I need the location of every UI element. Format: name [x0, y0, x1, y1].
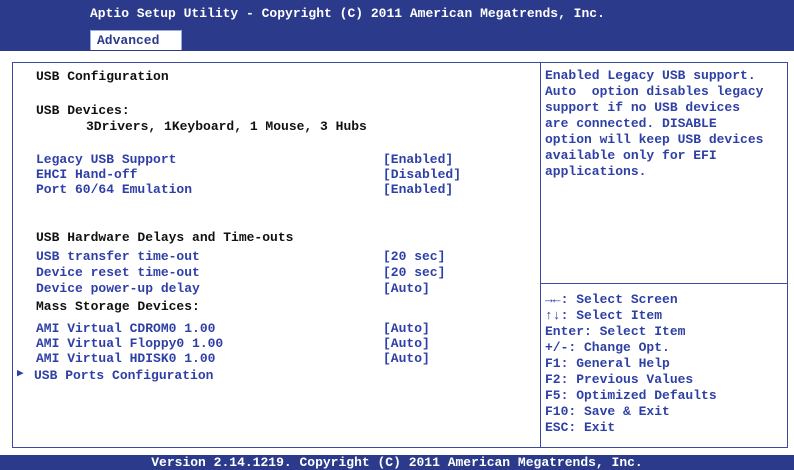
port-emulation-value[interactable]: [Enabled]: [383, 182, 453, 197]
tab-advanced[interactable]: Advanced: [90, 30, 182, 50]
submenu-arrow-icon: ▶: [17, 368, 24, 380]
footer-version: Version 2.14.1219. Copyright (C) 2011 Am…: [0, 455, 794, 470]
port-emulation-label[interactable]: Port 60/64 Emulation: [36, 182, 192, 197]
mass-storage-heading: Mass Storage Devices:: [36, 299, 200, 314]
key-save-exit: F10: Save & Exit: [545, 404, 670, 419]
help-divider: [540, 283, 788, 284]
device-reset-timeout-label[interactable]: Device reset time-out: [36, 265, 200, 280]
title-bar: Aptio Setup Utility - Copyright (C) 2011…: [0, 0, 794, 51]
virtual-cdrom-label[interactable]: AMI Virtual CDROM0 1.00: [36, 321, 215, 336]
key-change-opt: +/-: Change Opt.: [545, 340, 670, 355]
usb-transfer-timeout-label[interactable]: USB transfer time-out: [36, 249, 200, 264]
key-optimized-defaults: F5: Optimized Defaults: [545, 388, 717, 403]
delays-heading: USB Hardware Delays and Time-outs: [36, 230, 294, 245]
virtual-hdisk-label[interactable]: AMI Virtual HDISK0 1.00: [36, 351, 215, 366]
key-legend: →←: Select Screen ↑↓: Select Item Enter:…: [545, 292, 785, 436]
usb-ports-configuration-link[interactable]: USB Ports Configuration: [34, 368, 213, 383]
virtual-cdrom-value[interactable]: [Auto]: [383, 321, 430, 336]
virtual-hdisk-value[interactable]: [Auto]: [383, 351, 430, 366]
usb-devices-label: USB Devices:: [36, 103, 130, 118]
key-previous-values: F2: Previous Values: [545, 372, 694, 387]
key-enter: Enter: Select Item: [545, 324, 686, 339]
help-text: Enabled Legacy USB support. Auto option …: [545, 68, 764, 179]
virtual-floppy-label[interactable]: AMI Virtual Floppy0 1.00: [36, 336, 223, 351]
legacy-usb-support-value[interactable]: [Enabled]: [383, 152, 453, 167]
page-heading: USB Configuration: [36, 69, 169, 84]
key-general-help: F1: General Help: [545, 356, 670, 371]
device-powerup-delay-label[interactable]: Device power-up delay: [36, 281, 200, 296]
window-title: Aptio Setup Utility - Copyright (C) 2011…: [90, 6, 605, 21]
key-select-item: ↑↓: Select Item: [545, 308, 663, 323]
device-reset-timeout-value[interactable]: [20 sec]: [383, 265, 445, 280]
legacy-usb-support-label[interactable]: Legacy USB Support: [36, 152, 176, 167]
virtual-floppy-value[interactable]: [Auto]: [383, 336, 430, 351]
ehci-hand-off-value[interactable]: [Disabled]: [383, 167, 461, 182]
usb-devices-value: 3Drivers, 1Keyboard, 1 Mouse, 3 Hubs: [86, 119, 367, 134]
ehci-hand-off-label[interactable]: EHCI Hand-off: [36, 167, 137, 182]
key-exit: ESC: Exit: [545, 420, 616, 435]
device-powerup-delay-value[interactable]: [Auto]: [383, 281, 430, 296]
panel-divider: [540, 62, 541, 448]
usb-transfer-timeout-value[interactable]: [20 sec]: [383, 249, 445, 264]
key-select-screen: →←: Select Screen: [545, 292, 678, 307]
